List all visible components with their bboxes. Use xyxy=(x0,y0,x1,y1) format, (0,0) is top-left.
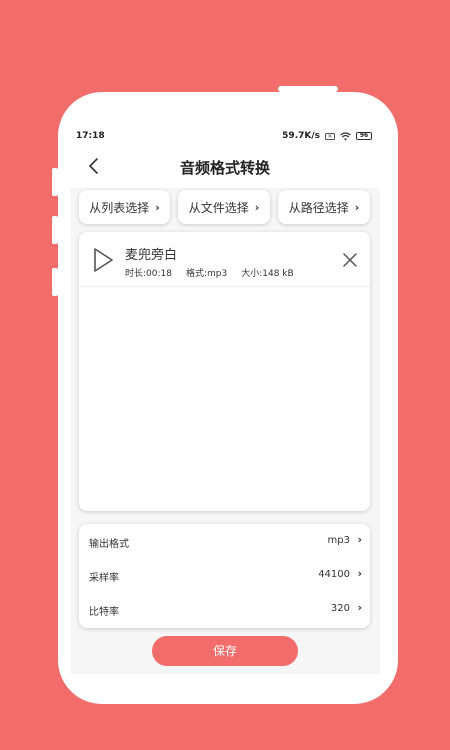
chevron-right-icon: › xyxy=(354,200,360,214)
select-from-file-button[interactable]: 从文件选择 › xyxy=(178,190,270,224)
audio-duration: 时长:00:18 xyxy=(125,269,172,279)
save-button[interactable]: 保存 xyxy=(152,636,298,666)
phone-side-button xyxy=(52,216,58,244)
select-from-list-label: 从列表选择 xyxy=(89,200,150,215)
audio-meta: 时长:00:18 格式:mp3 大小:148 kB xyxy=(125,266,294,279)
phone-side-button xyxy=(52,168,58,196)
wifi-icon xyxy=(340,131,351,140)
setting-label: 比特率 xyxy=(89,607,119,618)
audio-list-item[interactable]: 麦兜旁白 时长:00:18 格式:mp3 大小:148 kB xyxy=(79,232,370,287)
setting-label: 输出格式 xyxy=(89,539,129,550)
chevron-right-icon: › xyxy=(155,200,160,214)
audio-list: 麦兜旁白 时长:00:18 格式:mp3 大小:148 kB xyxy=(79,232,370,511)
app-screen: 17:18 59.7K/s ✕ 96 音频格式转换 从列表选择 › 从文件选择 … xyxy=(70,126,380,674)
phone-power-button xyxy=(278,86,338,92)
chevron-right-icon: › xyxy=(357,601,362,614)
audio-format: 格式:mp3 xyxy=(185,269,228,279)
chevron-right-icon: › xyxy=(357,533,362,546)
setting-label: 采样率 xyxy=(89,573,119,584)
select-from-file-label: 从文件选择 xyxy=(188,200,249,215)
settings-panel: 输出格式 mp3 › 采样率 44100 › 比特率 320 › xyxy=(79,524,370,628)
battery-icon: 96 xyxy=(356,132,372,140)
setting-value: 320 xyxy=(330,603,350,614)
setting-value: 44100 xyxy=(318,569,350,580)
play-icon[interactable] xyxy=(92,247,114,273)
select-from-path-label: 从路径选择 xyxy=(288,200,349,215)
audio-name: 麦兜旁白 xyxy=(125,248,178,263)
network-speed: 59.7K/s xyxy=(282,131,320,141)
setting-sample-rate[interactable]: 采样率 44100 › xyxy=(79,558,370,592)
close-icon[interactable] xyxy=(342,252,358,268)
setting-output-format[interactable]: 输出格式 mp3 › xyxy=(79,524,370,558)
setting-value: mp3 xyxy=(327,535,350,546)
chevron-right-icon: › xyxy=(357,567,362,580)
sim-icon: ✕ xyxy=(325,132,335,140)
select-from-list-button[interactable]: 从列表选择 › xyxy=(79,190,170,224)
audio-size: 大小:148 kB xyxy=(241,269,294,279)
setting-bit-rate[interactable]: 比特率 320 › xyxy=(79,592,370,626)
chevron-right-icon: › xyxy=(254,200,260,214)
status-bar: 17:18 59.7K/s ✕ 96 xyxy=(70,126,380,146)
status-time: 17:18 xyxy=(76,131,105,141)
select-from-path-button[interactable]: 从路径选择 › xyxy=(278,190,370,224)
title-bar: 音频格式转换 xyxy=(70,146,380,188)
status-right: 59.7K/s ✕ 96 xyxy=(282,131,372,141)
phone-side-button xyxy=(52,268,58,296)
page-title: 音频格式转换 xyxy=(179,159,270,177)
